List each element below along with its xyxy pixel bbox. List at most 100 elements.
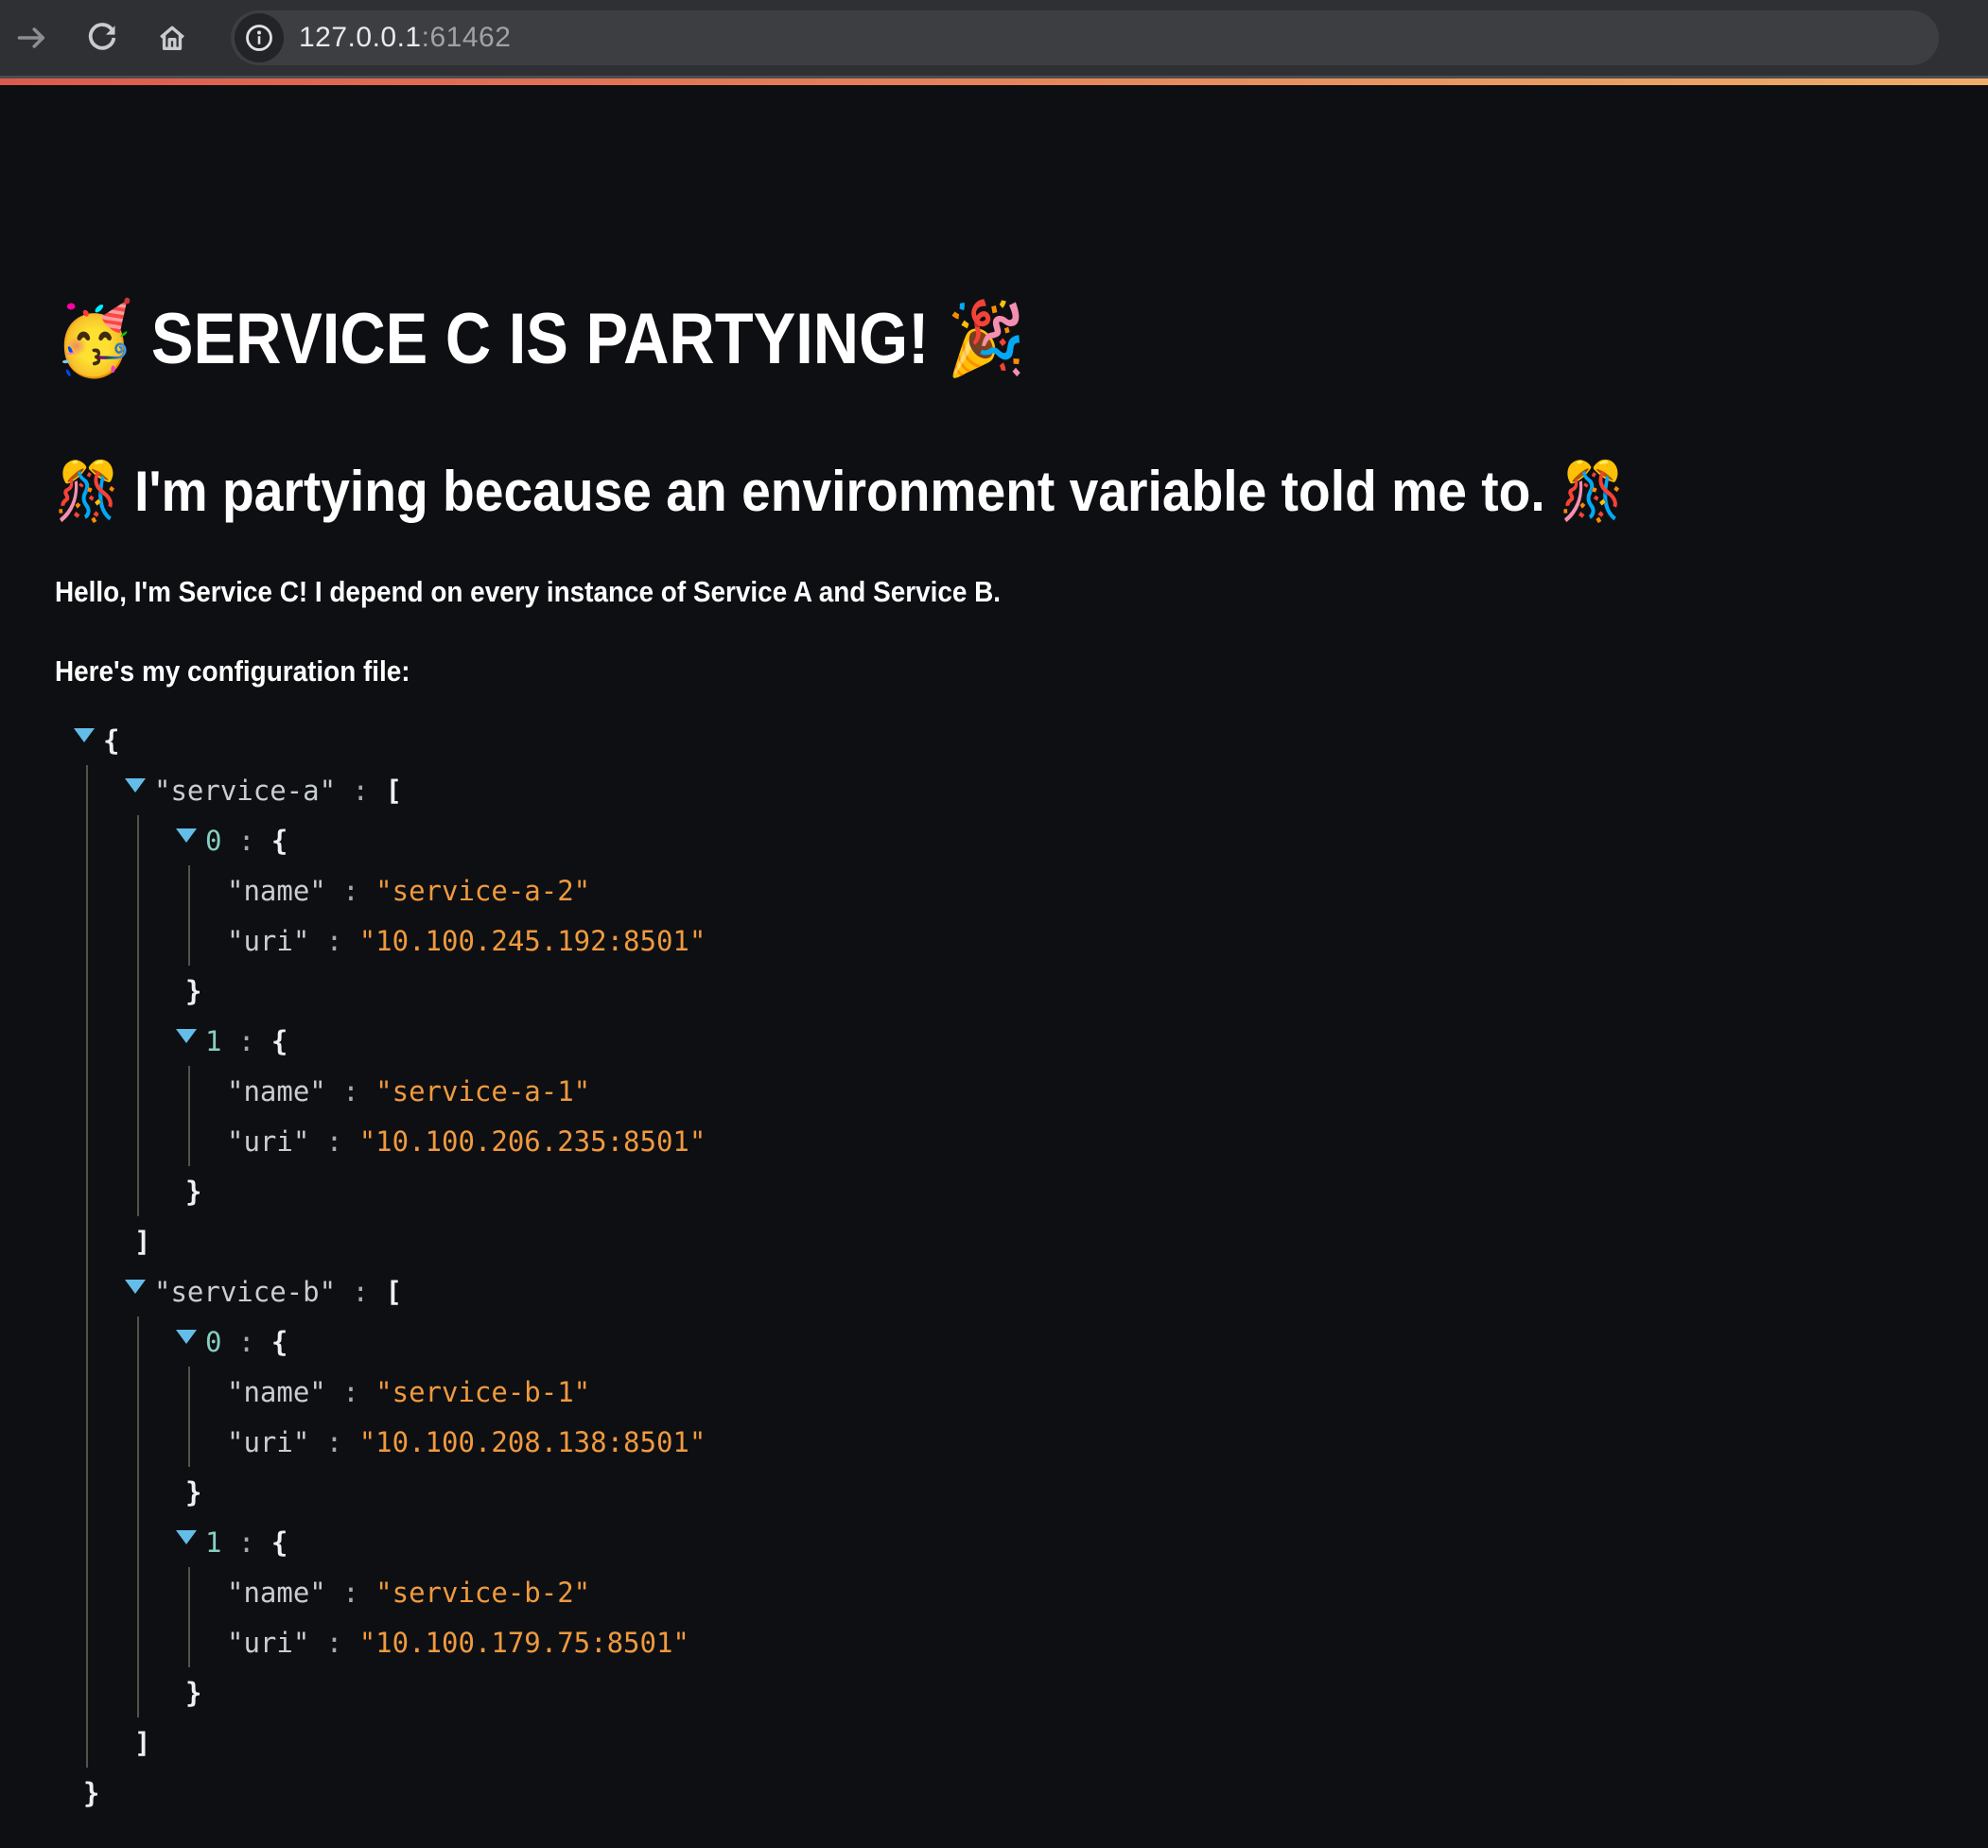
tree-node: "service-b" : [0 : {"name" : "service-b-… [125, 1266, 1933, 1768]
tree-node: "service-a" : [0 : {"name" : "service-a-… [125, 765, 1933, 1266]
url-host: 127.0.0.1 [299, 22, 422, 53]
tree-index: 0 [205, 825, 221, 857]
tree-separator: : [309, 925, 358, 957]
tree-node: "uri" : "10.100.206.235:8501" [227, 1116, 1933, 1166]
tree-node: "uri" : "10.100.179.75:8501" [227, 1617, 1933, 1667]
tree-children: "name" : "service-a-1""uri" : "10.100.20… [188, 1066, 1933, 1166]
address-bar[interactable]: 127.0.0.1:61462 [231, 10, 1939, 65]
tree-value: "10.100.208.138:8501" [359, 1426, 706, 1458]
page-subtitle-text: 🎊 I'm partying because an environment va… [55, 459, 1625, 524]
tree-line: "name" : "service-b-1" [227, 1367, 1933, 1417]
tree-children: "name" : "service-a-2""uri" : "10.100.24… [188, 865, 1933, 966]
page-subtitle: 🎊 I'm partying because an environment va… [55, 459, 1933, 524]
tree-separator: : [221, 1526, 270, 1559]
tree-node: "uri" : "10.100.208.138:8501" [227, 1417, 1933, 1467]
tree-children: 0 : {"name" : "service-b-1""uri" : "10.1… [137, 1316, 1933, 1717]
tree-key: "uri" [227, 1627, 309, 1659]
tree-line: "uri" : "10.100.179.75:8501" [227, 1617, 1933, 1667]
tree-key: "uri" [227, 1125, 309, 1158]
tree-line: "uri" : "10.100.245.192:8501" [227, 915, 1933, 966]
tree-line: "uri" : "10.100.206.235:8501" [227, 1116, 1933, 1166]
tree-close-bracket: } [185, 975, 201, 1007]
accent-gradient-bar [0, 78, 1988, 85]
page-content: 🥳 SERVICE C IS PARTYING! 🎉 🎊 I'm partyin… [0, 299, 1988, 1818]
tree-value: "service-a-1" [375, 1075, 590, 1107]
tree-children: "service-a" : [0 : {"name" : "service-a-… [86, 765, 1933, 1768]
site-info-button[interactable] [235, 13, 284, 62]
tree-separator: : [221, 1025, 270, 1057]
tree-node: "name" : "service-b-2" [227, 1567, 1933, 1617]
tree-caret-icon[interactable] [176, 1029, 197, 1043]
reload-button[interactable] [85, 21, 119, 55]
tree-value: "10.100.245.192:8501" [359, 925, 706, 957]
browser-toolbar: 127.0.0.1:61462 [0, 0, 1988, 78]
tree-key: "uri" [227, 1426, 309, 1458]
reload-icon [85, 21, 119, 55]
tree-node: 0 : {"name" : "service-b-1""uri" : "10.1… [176, 1316, 1933, 1517]
tree-open-bracket: { [271, 1326, 288, 1358]
tree-caret-icon[interactable] [176, 1530, 197, 1544]
tree-line: } [176, 966, 1933, 1016]
tree-open-bracket: { [271, 1526, 288, 1559]
tree-separator: : [326, 1376, 375, 1408]
tree-node: 1 : { "name" : "service-a-1""uri" : "10.1… [176, 1016, 1933, 1216]
tree-line: { [74, 715, 1933, 765]
tree-caret-icon[interactable] [125, 778, 146, 793]
intro-text: Hello, I'm Service C! I depend on every … [55, 575, 1933, 609]
tree-key: "name" [227, 1376, 326, 1408]
tree-node: "uri" : "10.100.245.192:8501" [227, 915, 1933, 966]
tree-index: 1 [205, 1025, 221, 1057]
url-port: :61462 [422, 22, 512, 53]
tree-caret-icon[interactable] [125, 1280, 146, 1294]
tree-node: 0 : {"name" : "service-a-2""uri" : "10.1… [176, 815, 1933, 1016]
tree-line: } [176, 1166, 1933, 1216]
tree-close-bracket: ] [134, 1727, 150, 1759]
tree-caret-icon[interactable] [176, 828, 197, 843]
tree-line: "name" : "service-a-2" [227, 865, 1933, 915]
forward-icon [15, 21, 49, 55]
forward-button[interactable] [15, 21, 49, 55]
tree-line: "uri" : "10.100.208.138:8501" [227, 1417, 1933, 1467]
tree-key: "name" [227, 1075, 326, 1107]
tree-separator: : [309, 1426, 358, 1458]
page-title-text: 🥳 SERVICE C IS PARTYING! 🎉 [55, 299, 1025, 379]
tree-line: 0 : { [176, 1316, 1933, 1367]
tree-index: 1 [205, 1526, 221, 1559]
tree-close-bracket: } [185, 1677, 201, 1709]
tree-caret-icon[interactable] [74, 728, 95, 742]
tree-line: ] [125, 1216, 1933, 1266]
tree-line: 0 : { [176, 815, 1933, 865]
tree-separator: : [326, 1577, 375, 1609]
tree-separator: : [221, 1326, 270, 1358]
tree-open-bracket: { [103, 724, 119, 757]
tree-children: 0 : {"name" : "service-a-2""uri" : "10.1… [137, 815, 1933, 1216]
home-icon [155, 21, 189, 55]
tree-open-bracket: { [271, 1025, 288, 1057]
home-button[interactable] [155, 21, 189, 55]
tree-index: 0 [205, 1326, 221, 1358]
tree-children: "name" : "service-b-2""uri" : "10.100.17… [188, 1567, 1933, 1667]
tree-value: "10.100.206.235:8501" [359, 1125, 706, 1158]
tree-separator: : [221, 825, 270, 857]
tree-line: ] [125, 1717, 1933, 1768]
tree-separator: : [336, 775, 385, 807]
tree-node: 1 : {"name" : "service-b-2""uri" : "10.1… [176, 1517, 1933, 1717]
tree-close-bracket: } [83, 1777, 99, 1809]
tree-line: 1 : { [176, 1517, 1933, 1567]
tree-close-bracket: } [185, 1476, 201, 1508]
tree-node: {"service-a" : [0 : {"name" : "service-a… [74, 715, 1933, 1818]
tree-value: "service-a-2" [375, 875, 590, 907]
tree-line: "name" : "service-b-2" [227, 1567, 1933, 1617]
tree-close-bracket: } [185, 1176, 201, 1208]
tree-line: } [176, 1667, 1933, 1717]
tree-separator: : [336, 1276, 385, 1308]
tree-line: "name" : "service-a-1" [227, 1066, 1933, 1116]
tree-key: "service-a" [154, 775, 336, 807]
site-info-icon [244, 23, 274, 53]
page-title: 🥳 SERVICE C IS PARTYING! 🎉 [55, 299, 1933, 379]
tree-key: "name" [227, 1577, 326, 1609]
tree-open-bracket: [ [385, 775, 401, 807]
tree-caret-icon[interactable] [176, 1330, 197, 1344]
tree-value: "10.100.179.75:8501" [359, 1627, 689, 1659]
tree-line: } [74, 1768, 1933, 1818]
